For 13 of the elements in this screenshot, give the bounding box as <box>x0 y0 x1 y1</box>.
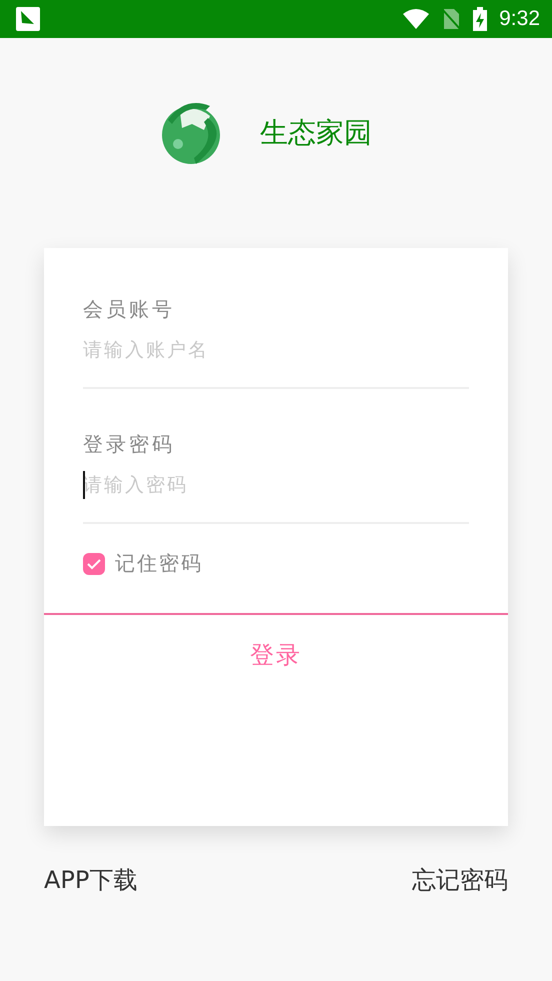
field-label: 会员账号 <box>83 296 176 323</box>
checkbox[interactable] <box>83 552 105 574</box>
app-title: 生态家园 <box>260 115 372 151</box>
footer-link[interactable]: APP下载 <box>44 864 138 896</box>
battery-charging-icon <box>473 7 488 31</box>
no-sim-icon <box>441 8 462 30</box>
app-notification-icon <box>16 7 40 31</box>
wifi-icon <box>403 9 430 29</box>
checkbox-label: 记住密码 <box>115 550 203 577</box>
field-label: 登录密码 <box>83 431 176 458</box>
footer-link[interactable]: 忘记密码 <box>412 864 508 896</box>
status-time: 9:32 <box>499 7 540 31</box>
check-icon <box>86 558 102 570</box>
